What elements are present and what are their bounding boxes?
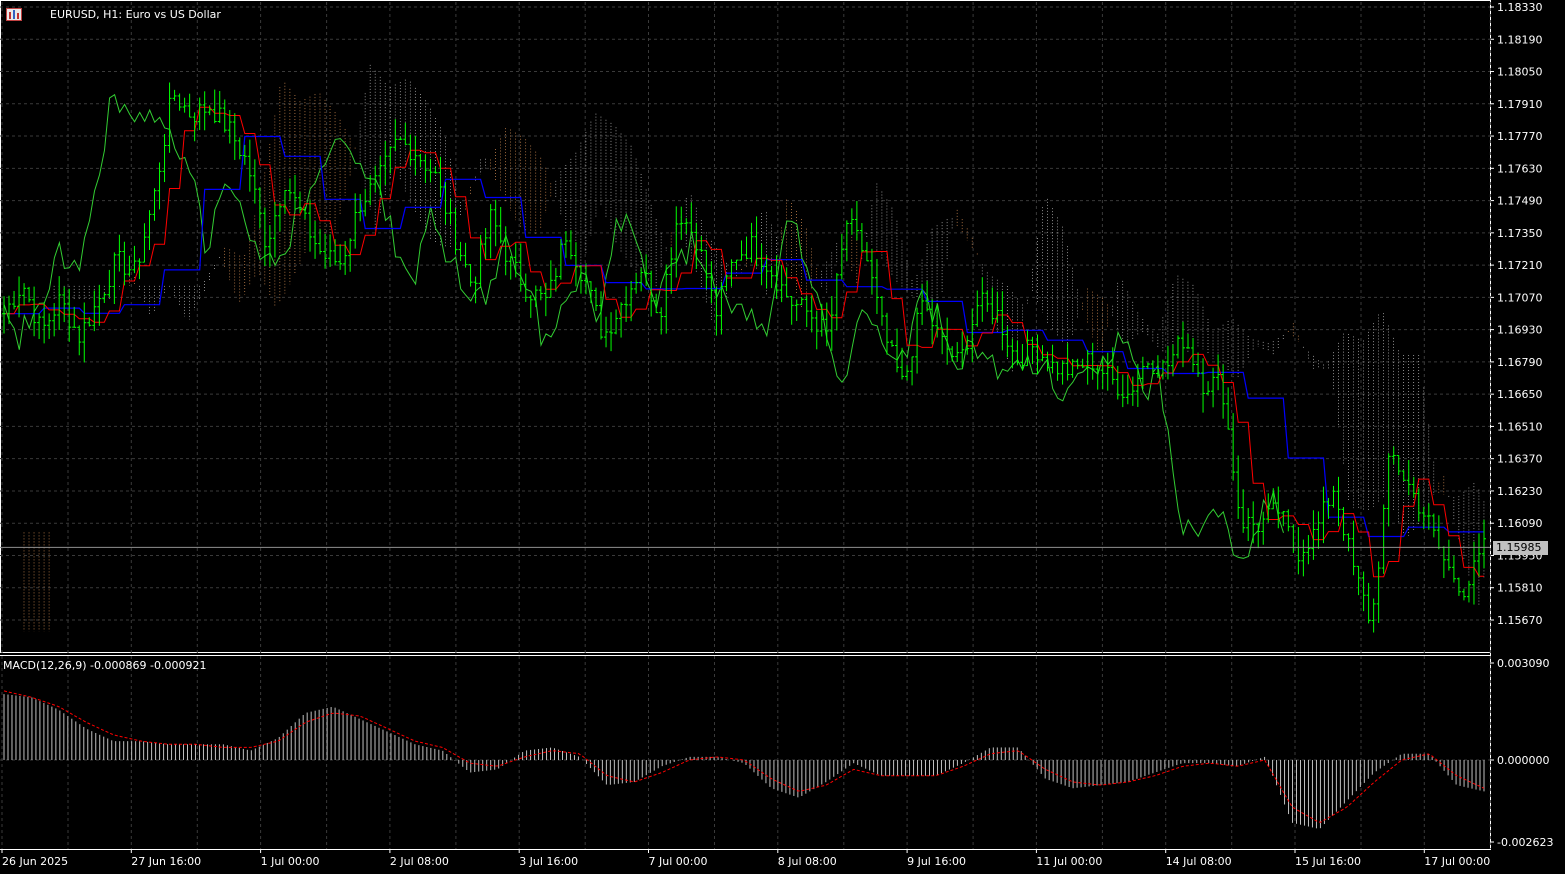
- y-axis-label: 1.17490: [1497, 195, 1543, 208]
- macd-signal-line: [3, 690, 1485, 823]
- x-axis-label: 26 Jun 2025: [2, 855, 68, 868]
- chart-title: EURUSD, H1: Euro vs US Dollar: [50, 8, 221, 21]
- chart-window[interactable]: 1.18330 1.18190 1.18050 1.17910 1.17770 1.176…: [0, 0, 1565, 874]
- y-axis-label: 1.16370: [1497, 453, 1543, 466]
- x-axis-label: 11 Jul 00:00: [1036, 855, 1102, 868]
- x-axis-label: 1 Jul 00:00: [261, 855, 320, 868]
- macd-label: MACD(12,26,9) -0.000869 -0.000921: [3, 659, 207, 672]
- y-axis-label: 1.16510: [1497, 420, 1543, 433]
- bar-chart-icon[interactable]: [6, 8, 44, 21]
- main-pane-border: [0, 0, 1491, 653]
- y-axis-label: 1.16650: [1497, 388, 1543, 401]
- y-axis-label: 1.15810: [1497, 582, 1543, 595]
- x-axis-label: 8 Jul 08:00: [778, 855, 837, 868]
- y-axis-label: 1.15670: [1497, 614, 1543, 627]
- macd-y-axis-label: 0.000000: [1497, 754, 1550, 767]
- x-axis-label: 7 Jul 00:00: [649, 855, 708, 868]
- x-axis-label: 27 Jun 16:00: [131, 855, 201, 868]
- y-axis-label: 1.16230: [1497, 485, 1543, 498]
- y-axis-label: 1.17770: [1497, 130, 1543, 143]
- y-axis-label: 1.16930: [1497, 324, 1543, 337]
- x-axis-label: 14 Jul 08:00: [1166, 855, 1232, 868]
- macd-y-axis-label: -0.002623: [1497, 836, 1553, 849]
- chart-canvas[interactable]: 1.18330 1.18190 1.18050 1.17910 1.17770 1.176…: [0, 0, 1565, 874]
- kijun-sen-line: [4, 135, 1484, 538]
- y-axis-label: 1.18330: [1497, 1, 1543, 14]
- y-axis-label: 1.16090: [1497, 517, 1543, 530]
- y-axis-label: 1.17910: [1497, 98, 1543, 111]
- y-axis-label: 1.17630: [1497, 162, 1543, 175]
- chart-header: EURUSD, H1: Euro vs US Dollar: [6, 8, 221, 21]
- chikou-span-line: [3, 93, 1284, 559]
- x-axis-label: 17 Jul 00:00: [1424, 855, 1490, 868]
- y-axis-label: 1.16790: [1497, 356, 1543, 369]
- x-axis-label: 2 Jul 08:00: [390, 855, 449, 868]
- y-axis-label: 1.17350: [1497, 227, 1543, 240]
- y-axis-label: 1.17210: [1497, 259, 1543, 272]
- current-price-tag: 1.15985: [1493, 541, 1548, 555]
- x-axis-label: 9 Jul 16:00: [907, 855, 966, 868]
- x-axis-label: 15 Jul 16:00: [1295, 855, 1361, 868]
- macd-y-axis-label: 0.003090: [1497, 657, 1550, 670]
- y-axis-label: 1.18050: [1497, 66, 1543, 79]
- x-axis-label: 3 Jul 16:00: [519, 855, 578, 868]
- y-axis-label: 1.18190: [1497, 33, 1543, 46]
- y-axis-label: 1.17070: [1497, 291, 1543, 304]
